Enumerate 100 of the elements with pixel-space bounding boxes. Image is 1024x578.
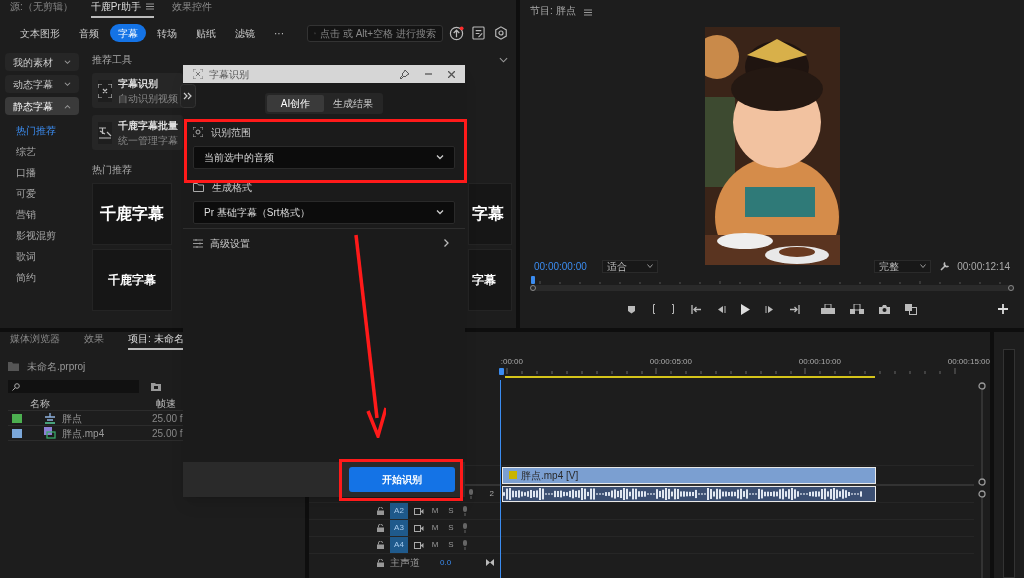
step-forward-icon[interactable] [765,304,774,314]
playhead-icon[interactable] [498,368,504,375]
dropdown-field[interactable]: 当前选中的音频 [193,146,455,169]
track-target-toggle[interactable]: A2 [390,503,408,519]
microphone-icon[interactable] [462,523,468,533]
microphone-icon[interactable] [462,540,468,550]
label-swatch[interactable] [12,428,22,438]
lock-icon[interactable] [377,524,384,532]
advanced-settings-row[interactable]: 高级设置 [183,231,465,255]
solo-toggle[interactable]: S [446,522,456,534]
go-to-in-icon[interactable] [691,304,702,314]
sidebar-item[interactable]: 营销 [16,207,79,222]
sidebar-item[interactable]: 歌词 [16,249,79,264]
chevron-down-icon[interactable] [499,56,508,63]
category-tab[interactable]: 转场 [149,24,185,42]
sidebar-item[interactable]: 简约 [16,270,79,285]
tool-card[interactable]: 字幕识别 自动识别视频 [92,73,183,108]
track-target-toggle[interactable]: A4 [390,537,408,553]
sidebar-item[interactable]: 口播 [16,165,79,180]
solo-toggle[interactable]: S [446,505,456,517]
sync-lock-icon[interactable] [414,524,424,532]
sync-lock-icon[interactable] [414,541,424,549]
category-tab[interactable]: 滤镜 [227,24,263,42]
play-icon[interactable] [741,303,750,315]
camera-icon[interactable] [879,304,890,314]
dropdown-field[interactable]: Pr 基础字幕（Srt格式） [193,201,455,224]
column-header[interactable]: 名称 [8,396,156,411]
panel-tab[interactable]: 效果 [84,331,104,350]
sidebar-group[interactable]: 静态字幕 [5,97,79,115]
microphone-icon[interactable] [467,489,474,499]
overwrite-icon[interactable] [850,304,864,314]
plus-icon[interactable] [998,304,1008,314]
panel-tab[interactable]: 媒体浏览器 [10,331,60,350]
label-swatch[interactable] [12,413,22,423]
project-item-name[interactable]: 胖点 [56,410,152,426]
collapse-icon[interactable] [180,84,196,108]
lock-icon[interactable] [377,558,384,567]
search-field[interactable]: 点击 或 Alt+空格 进行搜索 [307,24,443,42]
panel-tab[interactable]: 千鹿Pr助手 [90,0,141,14]
panel-tab[interactable]: 源:（无剪辑） [10,0,73,14]
marker-icon[interactable] [627,304,636,314]
start-recognition-button[interactable]: 开始识别 [349,467,455,492]
mute-toggle[interactable]: M [430,522,440,534]
sidebar-group[interactable]: 动态字幕 [5,75,79,93]
track-target-toggle[interactable]: A3 [390,520,408,536]
settings-icon[interactable] [494,26,508,40]
insert-icon[interactable] [821,304,835,314]
quality-dropdown[interactable]: 完整 [874,259,932,273]
column-header[interactable]: 帧速 [156,396,176,411]
menu-icon[interactable] [145,3,154,10]
project-item-name[interactable]: 胖点.mp4 [56,425,152,441]
mute-toggle[interactable]: M [430,539,440,551]
dialog-title-bar[interactable]: 字幕识别 [183,65,465,83]
sidebar-item[interactable]: 可爱 [16,186,79,201]
microphone-icon[interactable] [462,506,468,516]
category-tab[interactable]: 音频 [71,24,107,42]
sidebar-group[interactable]: 我的素材 [5,53,79,71]
subtitle-template-tile[interactable]: 字幕 [468,183,512,245]
go-to-out-icon[interactable] [789,304,800,314]
dialog-tab[interactable]: AI创作 [267,95,324,112]
new-bin-icon[interactable] [151,382,161,391]
pin-icon[interactable] [400,69,409,79]
sidebar-item[interactable]: 影视混剪 [16,228,79,243]
solo-toggle[interactable]: S [446,539,456,551]
compare-icon[interactable] [905,303,917,315]
scroll-handle-icon[interactable] [978,382,986,390]
mute-toggle[interactable]: M [430,505,440,517]
category-tab[interactable]: 字幕 [110,24,146,42]
volume-value[interactable]: 0.0 [440,556,452,569]
sidebar-item[interactable]: 综艺 [16,144,79,159]
notes-icon[interactable] [472,26,485,40]
step-back-icon[interactable] [717,304,726,314]
mark-in-icon[interactable] [651,304,656,314]
zoom-dropdown[interactable]: 适合 [602,259,658,273]
category-tab[interactable]: ··· [266,24,292,42]
menu-icon[interactable] [583,9,592,16]
wrench-icon[interactable] [940,261,951,271]
subtitle-template-tile[interactable]: 千鹿字幕 [92,249,172,311]
bowtie-icon[interactable] [486,559,494,566]
category-tab[interactable]: 文本图形 [12,24,68,42]
chevron-down-icon [647,264,653,268]
video-clip[interactable]: 胖点.mp4 [V] [502,466,876,484]
dialog-tab[interactable]: 生成结果 [324,95,381,112]
upload-icon[interactable] [449,25,464,41]
audio-clip[interactable] [502,486,876,502]
mark-out-icon[interactable] [671,304,676,314]
category-tab[interactable]: 贴纸 [188,24,224,42]
subtitle-template-tile[interactable]: 千鹿字幕 [92,183,172,245]
panel-tab[interactable]: 效果控件 [171,0,212,14]
ruler-label: 00:00:15:00 [947,356,990,368]
close-icon[interactable] [448,70,455,78]
lock-icon[interactable] [377,507,384,515]
chevron-down-icon [64,59,71,65]
tool-title: 字幕识别 [118,76,159,91]
lock-icon[interactable] [377,541,384,549]
sidebar-item[interactable]: 热门推荐 [16,123,79,138]
subtitle-template-tile[interactable]: 字幕 [468,249,512,311]
search-field[interactable] [8,380,139,393]
sync-lock-icon[interactable] [414,507,424,515]
current-timecode[interactable]: 00:00:00:00 [534,258,602,274]
